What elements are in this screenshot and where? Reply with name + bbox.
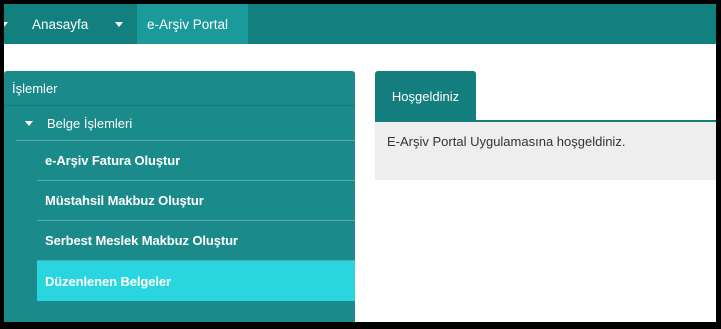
sidebar-item-duzenlenen-belgeler[interactable]: Düzenlenen Belgeler <box>37 261 355 301</box>
top-navbar: Anasayfa e-Arşiv Portal <box>4 4 716 44</box>
app-window: Anasayfa e-Arşiv Portal İşlemler Belge İ… <box>4 4 716 322</box>
nav-home-label: Anasayfa <box>32 16 89 32</box>
welcome-message: E-Arşiv Portal Uygulamasına hoşgeldiniz. <box>387 134 626 149</box>
sidebar-menu: İşlemler Belge İşlemleri e-Arşiv Fatura … <box>4 71 355 322</box>
nav-dropdown-caret[interactable] <box>115 4 123 44</box>
sidebar-item-earsiv-fatura[interactable]: e-Arşiv Fatura Oluştur <box>37 141 355 181</box>
nav-portal-label: e-Arşiv Portal <box>147 16 229 32</box>
sidebar-item-mustahsil-makbuz[interactable]: Müstahsil Makbuz Oluştur <box>37 181 355 221</box>
panel-header: Hoşgeldiniz <box>375 71 716 122</box>
sidebar-item-label: Serbest Meslek Makbuz Oluştur <box>45 233 238 248</box>
sidebar-item-serbest-meslek[interactable]: Serbest Meslek Makbuz Oluştur <box>37 221 355 261</box>
chevron-down-icon <box>4 21 8 27</box>
chevron-down-icon <box>25 120 33 126</box>
nav-home-link[interactable]: Anasayfa <box>32 4 88 44</box>
tab-underline <box>476 120 716 122</box>
sidebar-item-label: e-Arşiv Fatura Oluştur <box>45 153 181 168</box>
sidebar-item-label: Düzenlenen Belgeler <box>45 273 171 289</box>
sidebar-group-belge-islemleri[interactable]: Belge İşlemleri <box>16 106 355 141</box>
chevron-down-icon <box>115 21 123 27</box>
sidebar-header: İşlemler <box>4 71 355 106</box>
sidebar-group-label: Belge İşlemleri <box>47 115 133 131</box>
nav-caret-left[interactable] <box>4 4 8 44</box>
tab-label: Hoşgeldiniz <box>391 89 460 104</box>
tab-hosgeldiniz[interactable]: Hoşgeldiniz <box>375 71 476 122</box>
nav-portal-tab[interactable]: e-Arşiv Portal <box>137 4 248 44</box>
welcome-panel: Hoşgeldiniz E-Arşiv Portal Uygulamasına … <box>375 71 716 180</box>
sidebar-item-label: Müstahsil Makbuz Oluştur <box>45 193 204 208</box>
